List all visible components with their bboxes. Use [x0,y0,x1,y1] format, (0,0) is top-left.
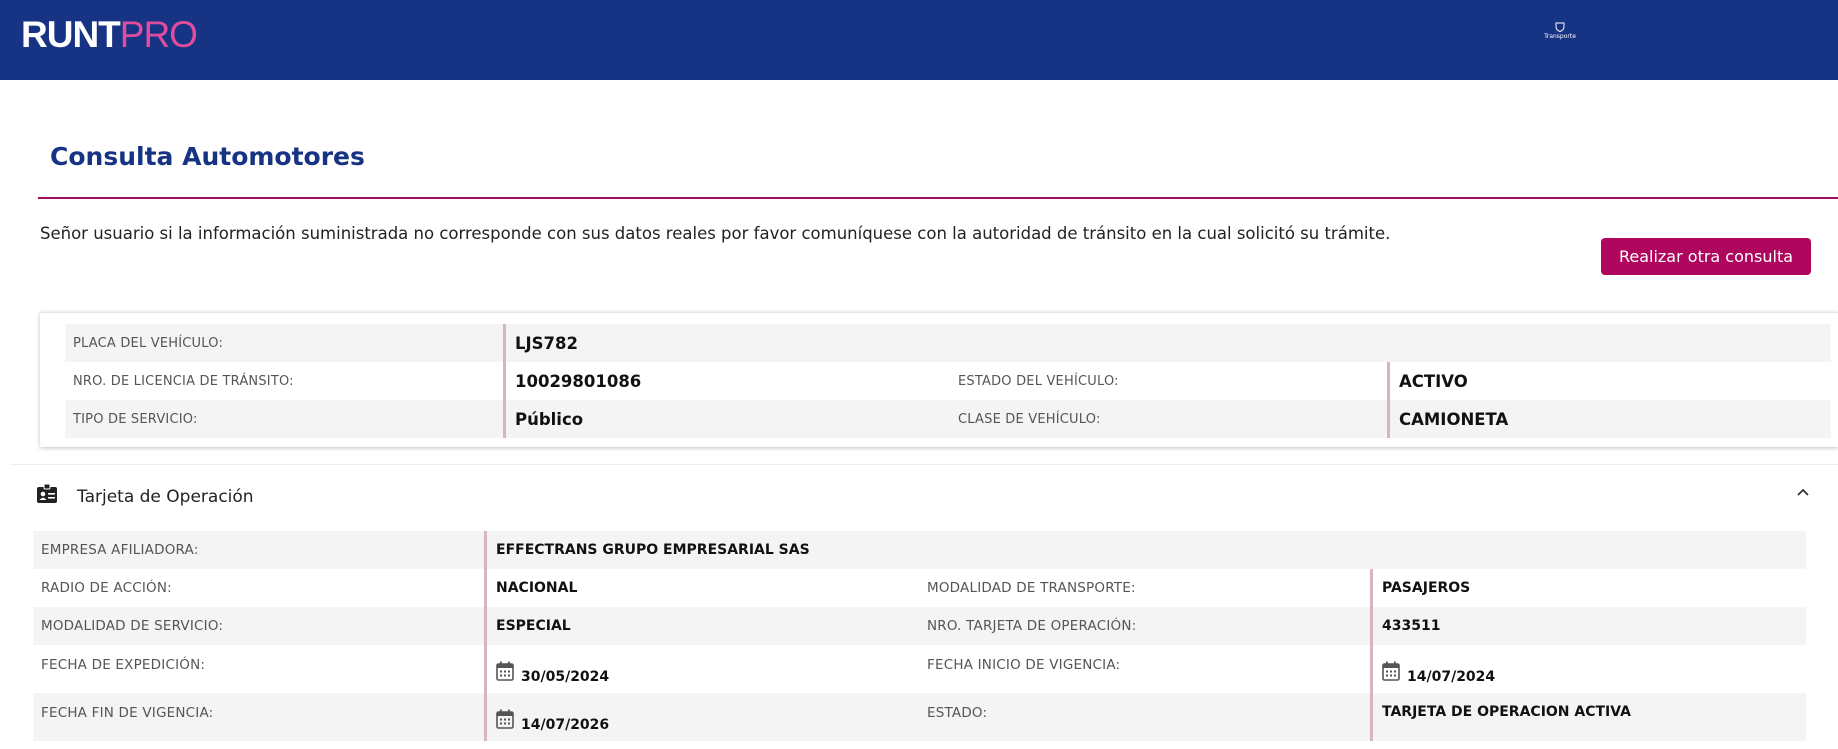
operation-row-dates: FECHA DE EXPEDICIÓN: 30/05/2024 FECHA IN… [33,645,1806,693]
plate-value: LJS782 [503,324,1830,362]
radius-label: RADIO DE ACCIÓN: [41,580,172,596]
new-query-button[interactable]: Realizar otra consulta [1601,238,1811,275]
vehicle-row-plate: PLACA DEL VEHÍCULO: LJS782 [65,324,1831,362]
transport-mode-label: MODALIDAD DE TRANSPORTE: [927,580,1136,596]
vehicle-row-license: NRO. DE LICENCIA DE TRÁNSITO: 1002980108… [65,362,1831,400]
card-state-label: ESTADO: [927,705,988,721]
logo-pro-text: PRO [119,14,198,55]
operation-card-section: Tarjeta de Operación EMPRESA AFILIADORA:… [10,464,1838,749]
card-number-label: NRO. TARJETA DE OPERACIÓN: [927,618,1137,634]
operation-row-radius: RADIO DE ACCIÓN: NACIONAL MODALIDAD DE T… [33,569,1806,607]
ministry-logo: Transporte [1540,22,1580,40]
vehicle-class-label: CLASE DE VEHÍCULO: [958,411,1101,427]
ministry-label: Transporte [1544,33,1576,40]
calendar-icon [496,709,514,729]
service-type-label: TIPO DE SERVICIO: [73,411,198,427]
id-card-icon [37,483,57,503]
company-value: EFFECTRANS GRUPO EMPRESARIAL SAS [484,531,1806,569]
issue-date-field: 30/05/2024 [484,645,914,693]
operation-row-validity: FECHA FIN DE VIGENCIA: 14/07/2026 ESTADO… [33,693,1806,741]
valid-to-label: FECHA FIN DE VIGENCIA: [41,705,214,721]
vehicle-row-service: TIPO DE SERVICIO: Público CLASE DE VEHÍC… [65,400,1831,438]
radius-value: NACIONAL [484,569,926,607]
service-mode-label: MODALIDAD DE SERVICIO: [41,618,224,634]
company-label: EMPRESA AFILIADORA: [41,542,199,558]
valid-to-field: 14/07/2026 [484,693,914,741]
service-mode-value: ESPECIAL [484,607,926,645]
vehicle-class-value: CAMIONETA [1387,400,1831,438]
transport-mode-value: PASAJEROS [1370,569,1806,607]
vehicle-status-value: ACTIVO [1387,362,1831,400]
card-state-value: TARJETA DE OPERACION ACTIVA [1370,693,1794,741]
license-value: 10029801086 [503,362,945,400]
valid-from-field: 14/07/2024 [1370,645,1794,693]
vehicle-summary-card: PLACA DEL VEHÍCULO: LJS782 NRO. DE LICEN… [40,312,1838,447]
calendar-icon [1382,661,1400,681]
chevron-up-icon[interactable] [1795,485,1811,501]
card-number-value: 433511 [1370,607,1806,645]
page-title: Consulta Automotores [50,142,365,171]
issue-date-value: 30/05/2024 [521,669,610,685]
operation-card-title[interactable]: Tarjeta de Operación [77,487,254,507]
plate-label: PLACA DEL VEHÍCULO: [73,335,224,351]
logo-runt-text: RUNT [21,14,121,55]
vehicle-status-label: ESTADO DEL VEHÍCULO: [958,373,1119,389]
calendar-icon [496,661,514,681]
valid-to-value: 14/07/2026 [521,717,610,733]
runtpro-logo[interactable]: RUNTPRO [21,14,198,56]
title-divider [38,197,1838,199]
valid-from-label: FECHA INICIO DE VIGENCIA: [927,657,1121,673]
top-navbar: RUNTPRO Transporte [0,0,1838,80]
shield-icon [1555,22,1565,32]
license-label: NRO. DE LICENCIA DE TRÁNSITO: [73,373,294,389]
operation-row-service-mode: MODALIDAD DE SERVICIO: ESPECIAL NRO. TAR… [33,607,1806,645]
issue-date-label: FECHA DE EXPEDICIÓN: [41,657,206,673]
service-type-value: Público [503,400,945,438]
operation-row-company: EMPRESA AFILIADORA: EFFECTRANS GRUPO EMP… [33,531,1806,569]
notice-text: Señor usuario si la información suminist… [40,224,1391,243]
valid-from-value: 14/07/2024 [1407,669,1496,685]
